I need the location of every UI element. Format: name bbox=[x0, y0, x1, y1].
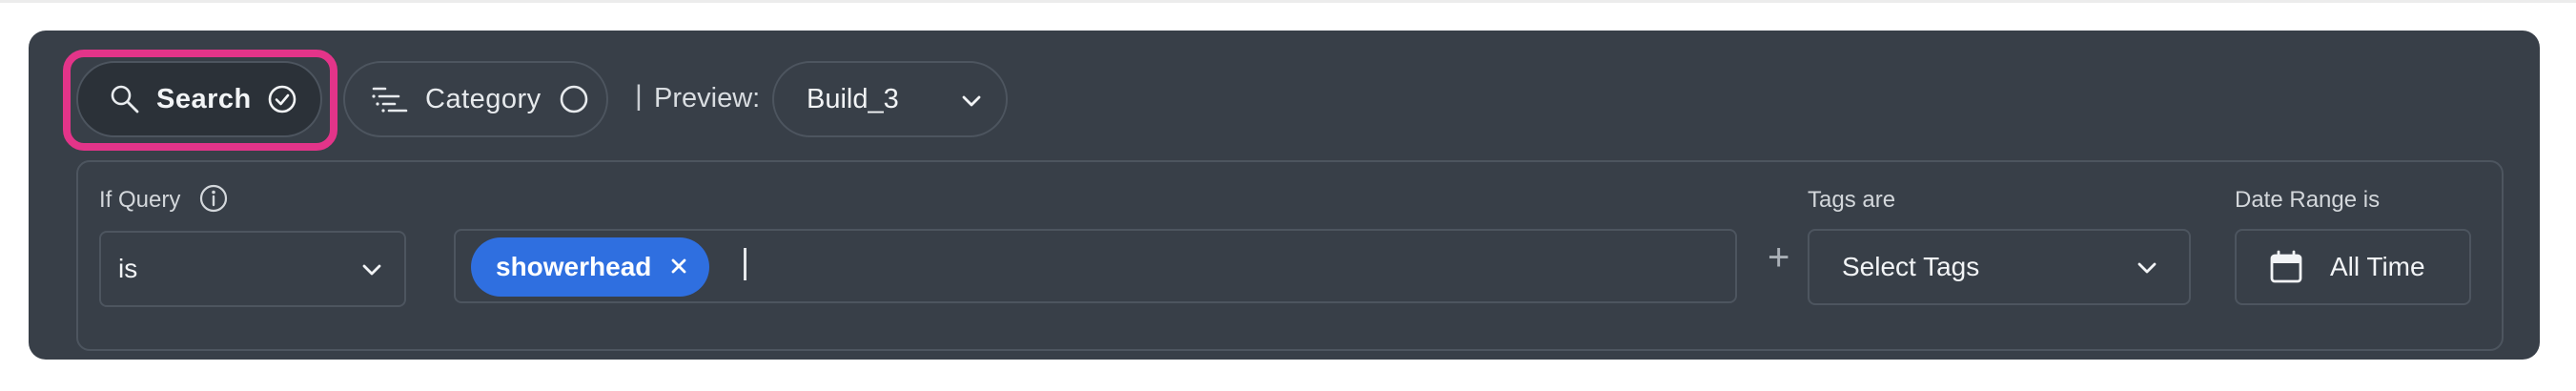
text-cursor bbox=[744, 248, 746, 280]
query-label: If Query bbox=[99, 187, 181, 213]
query-chip[interactable]: showerhead bbox=[471, 237, 709, 297]
calendar-icon bbox=[2269, 250, 2303, 284]
tags-select[interactable]: Select Tags bbox=[1808, 229, 2191, 305]
tags-label: Tags are bbox=[1808, 187, 1896, 213]
preview-build-value: Build_3 bbox=[807, 83, 899, 114]
chevron-down-icon bbox=[958, 88, 985, 122]
tags-select-placeholder: Select Tags bbox=[1842, 252, 1980, 281]
info-icon[interactable] bbox=[198, 183, 229, 214]
search-tab-highlight bbox=[63, 50, 337, 151]
date-range-button[interactable]: All Time bbox=[2235, 229, 2471, 305]
chevron-down-icon bbox=[358, 257, 385, 283]
filter-lines-icon bbox=[372, 86, 408, 113]
query-values-input[interactable]: showerhead bbox=[454, 229, 1737, 303]
query-chip-label: showerhead bbox=[496, 252, 652, 281]
category-tab-button[interactable]: Category bbox=[343, 61, 608, 137]
close-icon[interactable] bbox=[667, 255, 690, 278]
preview-build-select[interactable]: Build_3 bbox=[772, 61, 1008, 137]
empty-circle-icon bbox=[559, 84, 589, 114]
date-range-label: Date Range is bbox=[2235, 187, 2381, 213]
chevron-down-icon bbox=[2134, 255, 2160, 281]
query-operator-select[interactable]: is bbox=[99, 231, 406, 307]
add-filter-button[interactable]: + bbox=[1768, 238, 1789, 277]
toolbar-separator: | bbox=[635, 80, 643, 112]
filter-panel: Search Category | Preview: Build_3 If Qu… bbox=[29, 31, 2540, 360]
top-divider bbox=[0, 0, 2576, 3]
date-range-value: All Time bbox=[2330, 252, 2425, 281]
query-filter-row: If Query is showerhead + Tags are Select… bbox=[76, 160, 2504, 351]
category-tab-label: Category bbox=[425, 83, 542, 114]
preview-label: Preview: bbox=[654, 83, 761, 113]
query-operator-value: is bbox=[118, 254, 138, 283]
